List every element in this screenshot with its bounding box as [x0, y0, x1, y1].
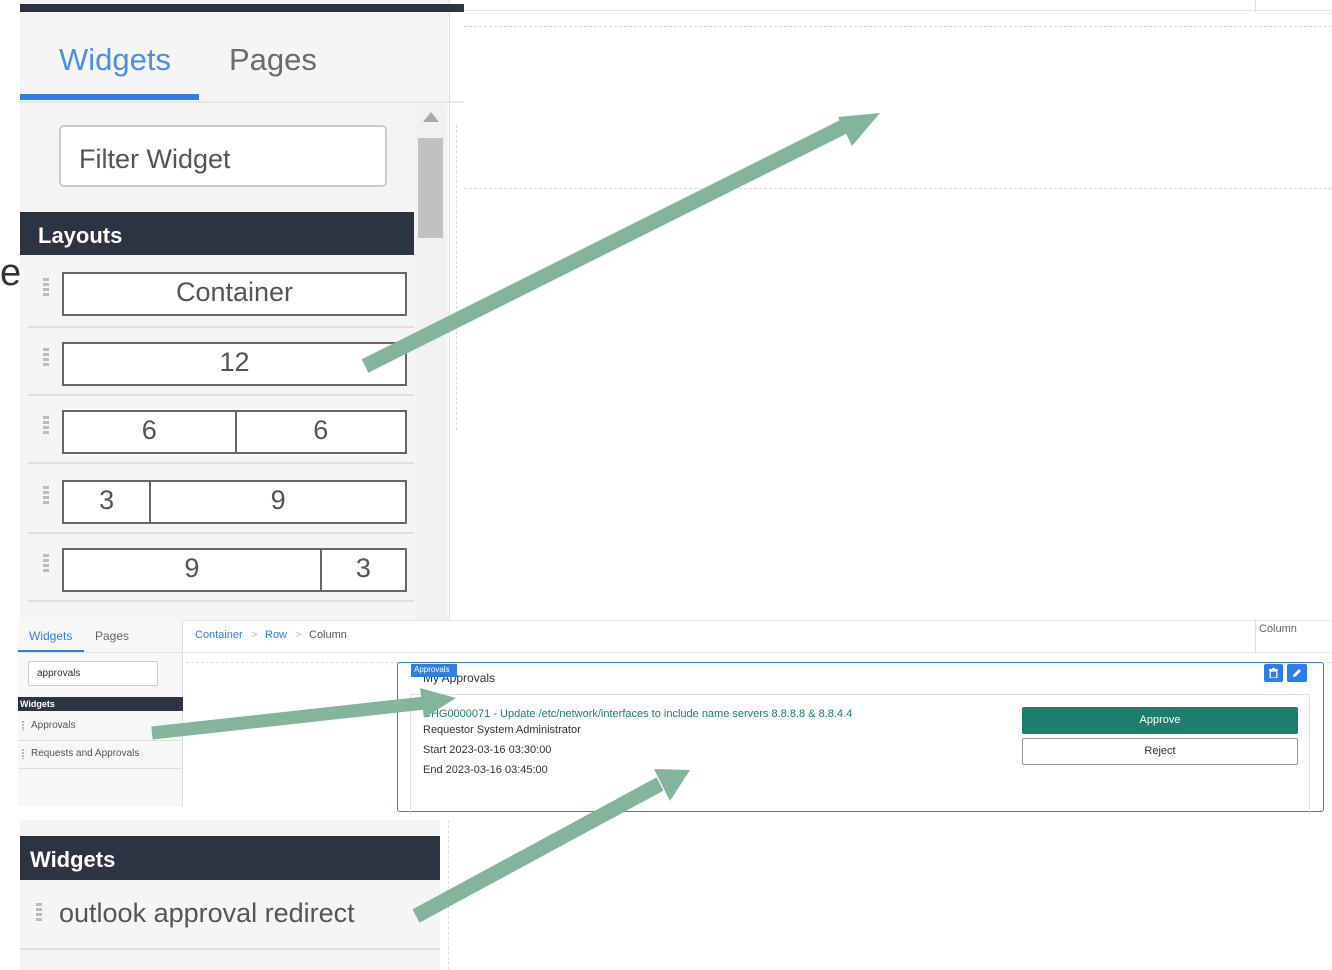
- layout-cell: 6: [141, 415, 157, 445]
- widget-item-requests-and-approvals[interactable]: Requests and Approvals: [18, 740, 183, 769]
- cropped-letter: e: [0, 252, 22, 294]
- pencil-icon[interactable]: [1287, 664, 1307, 682]
- layout-item-12[interactable]: 12: [28, 326, 414, 396]
- layout-cell: 12: [219, 347, 250, 377]
- properties-panel-label: Column: [1259, 623, 1297, 635]
- drop-zone-border: [464, 188, 1332, 189]
- widget-panel-border: [410, 694, 411, 814]
- start-time-text: Start 2023-03-16 03:30:00: [423, 744, 552, 756]
- drag-handle-icon[interactable]: [36, 903, 42, 923]
- widget-name-tag: Approvals: [411, 664, 457, 677]
- canvas-top-border: [464, 10, 1332, 11]
- layout-cell: 9: [149, 482, 405, 522]
- reject-button[interactable]: Reject: [1022, 738, 1298, 765]
- layout-cell: 3: [319, 550, 405, 590]
- layout-cell: Container: [175, 277, 294, 307]
- layout-preview: 6 6: [62, 410, 407, 454]
- canvas-divider: [1255, 0, 1256, 12]
- drag-handle-icon[interactable]: [43, 278, 49, 298]
- tab-divider: [18, 652, 1332, 653]
- drag-handle-icon[interactable]: [22, 721, 24, 731]
- tab-widgets[interactable]: Widgets: [59, 42, 171, 78]
- drag-handle-icon[interactable]: [22, 749, 24, 759]
- drag-handle-icon[interactable]: [43, 554, 49, 574]
- widgets-section-header: Widgets: [20, 836, 440, 880]
- widget-item-label: Requests and Approvals: [31, 748, 140, 759]
- filter-widget-input[interactable]: Filter Widget: [59, 125, 387, 187]
- breadcrumb-row[interactable]: Row: [265, 629, 287, 641]
- drag-handle-icon[interactable]: [43, 416, 49, 436]
- layout-preview: 9 3: [62, 548, 407, 592]
- top-dark-bar: [20, 4, 464, 12]
- layout-cell: 9: [184, 553, 200, 583]
- scroll-up-arrow-icon[interactable]: [423, 112, 439, 122]
- requestor-text: Requestor System Administrator: [423, 724, 581, 736]
- drag-handle-icon[interactable]: [43, 486, 49, 506]
- breadcrumb-column: Column: [309, 629, 347, 641]
- breadcrumb-separator: >: [295, 629, 302, 641]
- filter-widget-input[interactable]: approvals: [28, 661, 158, 686]
- widget-item-label: Approvals: [31, 720, 76, 731]
- scrollbar-thumb[interactable]: [418, 138, 443, 238]
- tab-pages[interactable]: Pages: [229, 42, 317, 78]
- tab-widgets[interactable]: Widgets: [29, 629, 72, 643]
- layout-item-9-3[interactable]: 9 3: [28, 532, 414, 602]
- widget-item-label: outlook approval redirect: [59, 898, 355, 928]
- change-request-link[interactable]: CHG0000071 - Update /etc/network/interfa…: [423, 708, 852, 720]
- approvals-widget-instance[interactable]: [397, 662, 1324, 812]
- tab-divider: [20, 101, 464, 103]
- breadcrumb-separator: >: [251, 629, 258, 641]
- layout-item-3-9[interactable]: 3 9: [28, 464, 414, 534]
- layouts-section-header: Layouts: [20, 212, 414, 255]
- end-time-text: End 2023-03-16 03:45:00: [423, 764, 548, 776]
- properties-divider: [1255, 620, 1256, 652]
- tab-pages[interactable]: Pages: [95, 629, 129, 643]
- layout-preview: 3 9: [62, 480, 407, 524]
- trash-icon[interactable]: [1264, 664, 1283, 682]
- layout-cell: 6: [234, 412, 406, 452]
- drop-zone-border: [464, 26, 1332, 27]
- drop-zone-border: [456, 125, 457, 430]
- layout-item-6-6[interactable]: 6 6: [28, 394, 414, 464]
- arrowhead-icon: [838, 113, 880, 146]
- approve-button[interactable]: Approve: [1022, 707, 1298, 734]
- widget-header-divider: [410, 694, 1310, 695]
- widgets-section-header: Widgets: [18, 697, 183, 711]
- breadcrumb-container[interactable]: Container: [195, 629, 243, 641]
- layout-cell: 3: [99, 485, 115, 515]
- drop-zone-border: [448, 820, 449, 970]
- widget-panel-border: [1309, 694, 1310, 814]
- layout-item-container[interactable]: Container: [28, 258, 414, 328]
- layout-preview: 12: [62, 342, 407, 386]
- widget-item-approvals[interactable]: Approvals: [18, 712, 183, 741]
- drag-handle-icon[interactable]: [43, 348, 49, 368]
- layout-preview: Container: [62, 272, 407, 316]
- active-tab-indicator: [20, 94, 199, 100]
